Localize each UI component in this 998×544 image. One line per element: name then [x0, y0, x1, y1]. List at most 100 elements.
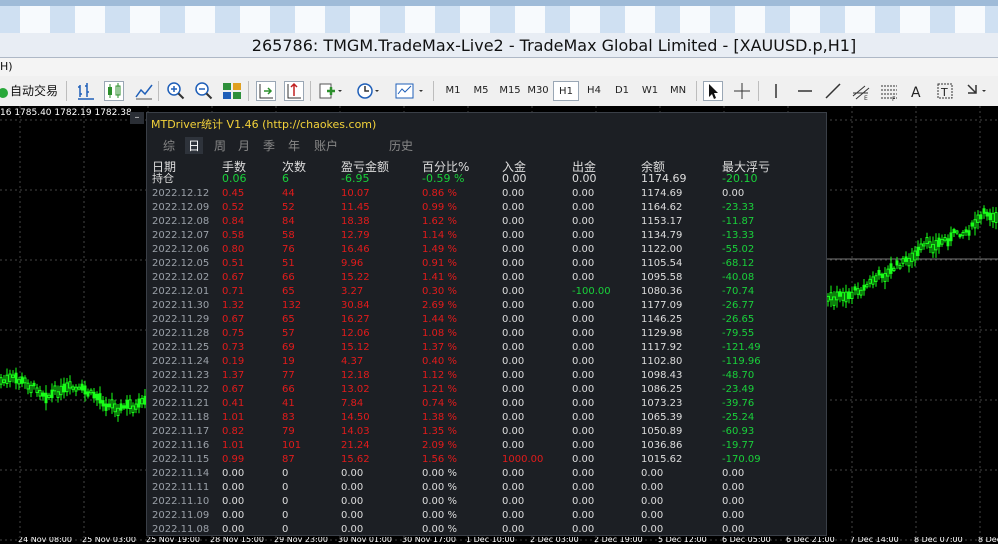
trendline-icon[interactable]	[823, 81, 843, 101]
toolbar-separator	[696, 81, 697, 101]
cell-balance: 1177.09	[641, 300, 683, 311]
tab-history[interactable]: 历史	[389, 137, 413, 154]
timeframe-m1[interactable]: M1	[440, 81, 466, 101]
candle	[925, 237, 929, 245]
label-icon[interactable]: T	[935, 81, 955, 101]
menu-item-partial[interactable]: H)	[0, 58, 13, 76]
candle	[886, 268, 890, 277]
cell-max-dd: -23.33	[722, 202, 755, 213]
candle	[859, 289, 863, 296]
tab-weekly[interactable]: 周	[214, 137, 226, 154]
template-icon[interactable]	[395, 81, 423, 101]
cursor-icon[interactable]	[703, 81, 723, 101]
tab-quarterly[interactable]: 季	[263, 137, 275, 154]
tab-daily[interactable]: 日	[185, 137, 204, 154]
new-order-icon[interactable]	[318, 81, 342, 101]
cell-pct: 1.08 %	[422, 328, 457, 339]
panel-minimize-button[interactable]: –	[130, 112, 144, 124]
cell-pct: 0.74 %	[422, 398, 457, 409]
crosshair-icon[interactable]	[732, 81, 752, 101]
cell-withdraw: 0.00	[572, 258, 595, 269]
fibo-icon[interactable]: F	[879, 81, 899, 103]
candle	[107, 403, 111, 408]
autotrade-button[interactable]: 自动交易	[8, 80, 60, 102]
cell-pct: 1.21 %	[422, 384, 457, 395]
vertical-line-icon[interactable]	[766, 81, 786, 101]
timeframe-mn[interactable]: MN	[665, 81, 691, 101]
candle	[850, 291, 854, 299]
candle	[958, 234, 962, 238]
timeframe-m5[interactable]: M5	[468, 81, 494, 101]
cell-pct: 1.12 %	[422, 370, 457, 381]
bar-chart-icon[interactable]	[76, 81, 96, 101]
candle	[844, 291, 848, 303]
tile-icon[interactable]	[222, 81, 242, 101]
arrows-icon[interactable]	[964, 81, 986, 101]
candle	[838, 291, 842, 297]
table-row: 2022.11.22 0.67 66 13.02 1.21 % 0.00 0.00 1086.…	[147, 383, 826, 397]
cell-max-dd: -60.93	[722, 426, 755, 437]
table-row: 2022.11.14 0.00 0 0.00 0.00 % 0.00 0.00 0.00 0.0…	[147, 467, 826, 481]
zoom-out-icon[interactable]	[194, 81, 214, 101]
candle	[973, 219, 977, 229]
candle	[877, 269, 881, 276]
timeframe-m30[interactable]: M30	[525, 81, 551, 101]
cell-withdraw: 0.00	[572, 482, 595, 493]
cell-pct: 0.00 %	[422, 496, 457, 507]
cell-deposit: 1000.00	[502, 454, 544, 465]
candle	[826, 295, 830, 302]
timeframe-h4[interactable]: H4	[581, 81, 607, 101]
clock-icon[interactable]	[356, 81, 379, 101]
candle	[62, 383, 66, 393]
cell-deposit: 0.00	[502, 230, 525, 241]
candle	[865, 283, 869, 288]
cell-withdraw: 0.00	[572, 230, 595, 241]
scroll-icon[interactable]	[256, 81, 276, 101]
candle-chart-icon[interactable]	[104, 81, 124, 101]
cell-balance: 1117.92	[641, 342, 683, 353]
candle	[880, 273, 884, 279]
table-row: 2022.11.28 0.75 57 12.06 1.08 % 0.00 0.00 1129.…	[147, 327, 826, 341]
candle	[68, 381, 72, 389]
cell-lots: 0.75	[222, 328, 245, 339]
time-axis-label: 8 Dec 2	[978, 537, 998, 544]
ohlc-readout: 16 1785.40 1782.19 1782.38	[0, 108, 132, 118]
candle	[92, 391, 96, 399]
cell-deposit: 0.00	[502, 440, 525, 451]
cell-pct: 1.38 %	[422, 412, 457, 423]
shift-icon[interactable]	[284, 81, 304, 101]
timeframe-w1[interactable]: W1	[637, 81, 663, 101]
cell-pct: 1.41 %	[422, 272, 457, 283]
candle	[847, 291, 851, 299]
tab-yearly[interactable]: 年	[288, 137, 300, 154]
holding-deposit: 0.00	[502, 172, 527, 185]
tab-monthly[interactable]: 月	[238, 137, 250, 154]
zoom-in-icon[interactable]	[166, 81, 186, 101]
candle	[50, 389, 54, 399]
table-row: 2022.11.18 1.01 83 14.50 1.38 % 0.00 0.00 1065.…	[147, 411, 826, 425]
tab-summary[interactable]: 综	[163, 137, 175, 154]
candle	[104, 403, 108, 411]
timeframe-h1[interactable]: H1	[553, 81, 579, 101]
line-chart-icon[interactable]	[134, 81, 154, 101]
timeframe-d1[interactable]: D1	[609, 81, 635, 101]
candle	[53, 385, 57, 392]
time-axis: 24 Nov 08:00 25 Nov 03:00 25 Nov 19:00 28 N…	[0, 537, 998, 544]
cell-count: 0	[282, 510, 289, 521]
tab-account[interactable]: 账户	[314, 137, 338, 154]
cell-pnl: 12.06	[341, 328, 370, 339]
text-icon[interactable]: A	[907, 81, 927, 101]
toolbar-separator	[66, 81, 67, 101]
cell-count: 87	[282, 454, 295, 465]
cell-pnl: 0.00	[341, 482, 364, 493]
horizontal-line-icon[interactable]	[795, 81, 815, 101]
candle	[853, 286, 857, 291]
candle	[934, 240, 938, 251]
cell-lots: 0.84	[222, 216, 245, 227]
cell-date: 2022.11.17	[152, 426, 210, 437]
channel-icon[interactable]: E	[851, 81, 871, 102]
timeframe-m15[interactable]: M15	[497, 81, 523, 101]
cell-date: 2022.12.05	[152, 258, 210, 269]
holding-withdraw: 0.00	[572, 172, 597, 185]
cell-deposit: 0.00	[502, 244, 525, 255]
